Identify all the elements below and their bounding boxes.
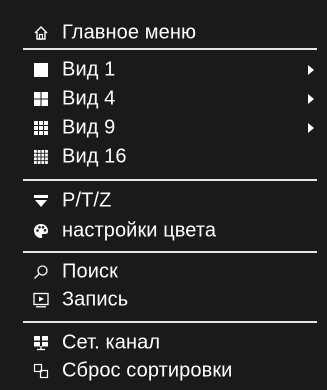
menu-item-record[interactable]: Запись	[0, 285, 327, 315]
menu-item-label: Запись	[62, 288, 129, 311]
main-menu-header: Главное меню	[0, 18, 327, 48]
separator	[23, 179, 317, 181]
separator	[23, 251, 317, 253]
submenu-arrow-icon	[308, 94, 314, 104]
menu-item-label: Вид 16	[62, 145, 127, 168]
menu-item-label: Вид 4	[62, 87, 116, 110]
record-icon	[33, 292, 49, 308]
menu-item-label: Вид 9	[62, 116, 116, 139]
menu-item-color-settings[interactable]: настройки цвета	[0, 216, 327, 246]
menu-item-network-channel[interactable]: Сет. канал	[0, 328, 327, 358]
menu-item-reset-sort[interactable]: Сброс сортировки	[0, 356, 327, 386]
menu-item-label: Сброс сортировки	[62, 359, 233, 382]
ptz-icon	[33, 193, 49, 209]
reset-sort-icon	[33, 363, 49, 379]
menu-item-view-9[interactable]: Вид 9	[0, 113, 327, 143]
menu-item-view-16[interactable]: Вид 16	[0, 142, 327, 172]
menu-item-label: Вид 1	[62, 58, 116, 81]
main-menu: Главное меню Вид 1 Вид 4 Вид 9 Вид 16 P/…	[0, 0, 327, 390]
view-16-icon	[33, 149, 49, 165]
view-4-icon	[33, 91, 49, 107]
menu-item-label: настройки цвета	[62, 219, 217, 242]
network-channel-icon	[33, 335, 49, 351]
submenu-arrow-icon	[308, 65, 314, 75]
color-palette-icon	[33, 223, 49, 239]
menu-item-view-4[interactable]: Вид 4	[0, 84, 327, 114]
menu-item-label: Поиск	[62, 260, 118, 283]
separator	[23, 321, 317, 323]
menu-item-ptz[interactable]: P/T/Z	[0, 186, 327, 216]
home-icon	[33, 25, 49, 41]
view-9-icon	[33, 120, 49, 136]
view-1-icon	[33, 62, 49, 78]
menu-item-label: P/T/Z	[62, 189, 112, 212]
search-icon	[33, 264, 49, 280]
menu-item-search[interactable]: Поиск	[0, 257, 327, 287]
separator	[23, 48, 317, 50]
menu-item-view-1[interactable]: Вид 1	[0, 55, 327, 85]
menu-item-label: Сет. канал	[62, 331, 161, 354]
main-menu-title: Главное меню	[62, 21, 197, 44]
submenu-arrow-icon	[308, 123, 314, 133]
